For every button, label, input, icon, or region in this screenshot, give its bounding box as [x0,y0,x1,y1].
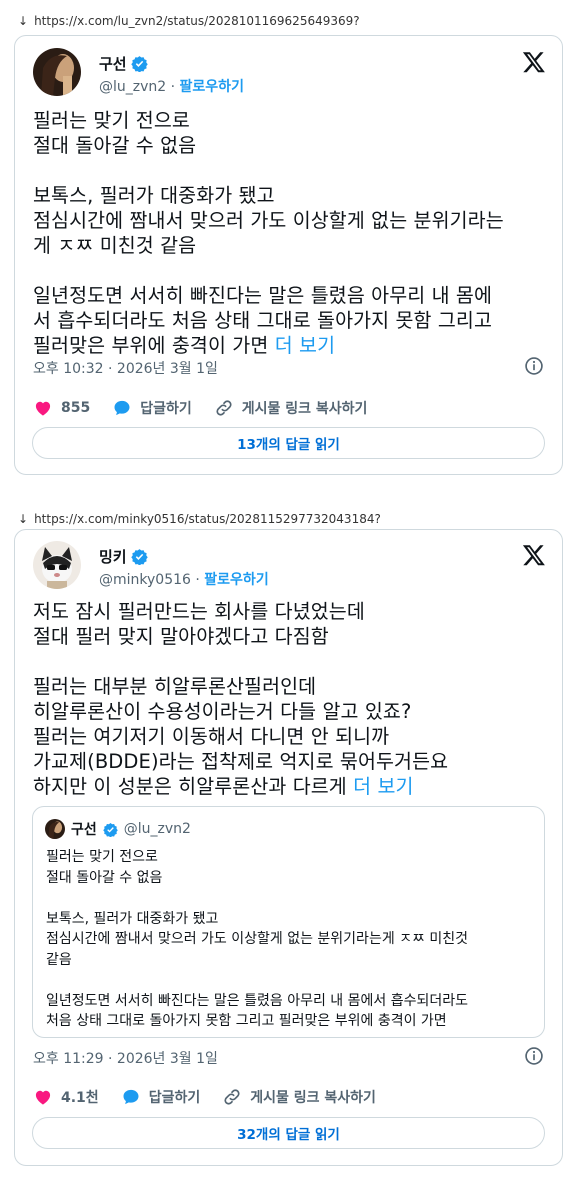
tweet-card: 구선 @lu_zvn2 · 팔로우하기 필러는 맞기 전으로 절대 돌아갈 수 … [14,35,563,475]
tweet-actions: 855 답글하기 게시물 링크 복사하기 [33,396,546,420]
copy-link-label: 게시물 링크 복사하기 [250,1090,376,1106]
quoted-author-name: 구선 [71,822,97,838]
tweet-text: 필러는 맞기 전으로 절대 돌아갈 수 없음 보톡스, 필러가 대중화가 됐고 … [33,108,546,358]
tweet-actions: 4.1천 답글하기 게시물 링크 복사하기 [33,1085,546,1109]
link-icon [216,400,232,416]
info-icon[interactable] [524,1046,544,1066]
like-button[interactable]: 4.1천 [33,1087,99,1107]
download-arrow-icon: ↓ [18,512,29,526]
tweet-body: 저도 잠시 필러만드는 회사를 다녔었는데 절대 필러 맞지 말아야겠다고 다짐… [33,600,449,798]
heart-icon [35,401,51,416]
avatar[interactable] [33,48,81,96]
x-logo-icon[interactable] [522,50,546,74]
read-replies-button[interactable]: 13개의 답글 읽기 [32,427,545,459]
quoted-author-handle: @lu_zvn2 [123,821,191,837]
quoted-tweet[interactable]: 구선 @lu_zvn2 필러는 맞기 전으로 절대 돌아갈 수 없음 보톡스, … [32,806,545,1038]
reply-label: 답글하기 [148,1090,201,1106]
follow-button[interactable]: 팔로우하기 [180,79,244,95]
tweet-url[interactable]: https://x.com/lu_zvn2/status/20281011696… [34,14,360,28]
quoted-avatar [45,819,65,839]
tweet-card: 밍키 @minky0516 · 팔로우하기 저도 잠시 필러만드는 회사를 다녔… [14,529,563,1166]
tweet-url-line: ↓ https://x.com/minky0516/status/20281152… [18,512,381,526]
tweet-url[interactable]: https://x.com/minky0516/status/202811529… [34,512,381,526]
reply-bubble-icon [123,1089,139,1105]
tweet-timestamp[interactable]: 오후 11:29 · 2026년 3월 1일 [33,1048,218,1068]
reply-bubble-icon [114,400,130,416]
tweet-timestamp[interactable]: 오후 10:32 · 2026년 3월 1일 [33,358,218,378]
show-more-link[interactable]: 더 보기 [275,334,335,357]
quoted-tweet-text: 필러는 맞기 전으로 절대 돌아갈 수 없음 보톡스, 필러가 대중화가 됐고 … [46,849,468,1029]
tweet-body: 필러는 맞기 전으로 절대 돌아갈 수 없음 보톡스, 필러가 대중화가 됐고 … [33,109,504,357]
reply-button[interactable]: 답글하기 [121,1087,201,1107]
tweet-text: 저도 잠시 필러만드는 회사를 다녔었는데 절대 필러 맞지 말아야겠다고 다짐… [33,599,546,799]
author-name[interactable]: 밍키 [99,546,127,567]
x-logo-icon[interactable] [522,543,546,567]
tweet-url-line: ↓ https://x.com/lu_zvn2/status/2028101169… [18,14,360,28]
verified-badge-icon [130,549,148,565]
verified-badge-icon [103,822,118,837]
like-count: 855 [61,400,91,416]
like-button[interactable]: 855 [33,398,90,418]
author-name[interactable]: 구선 [99,53,127,74]
like-count: 4.1천 [61,1090,99,1106]
author-handle-row: @lu_zvn2 · 팔로우하기 [99,79,244,95]
avatar[interactable] [33,541,81,589]
author-handle[interactable]: @lu_zvn2 [99,79,166,95]
reply-button[interactable]: 답글하기 [112,398,192,418]
verified-badge-icon [130,56,148,72]
heart-icon [35,1090,51,1105]
copy-link-label: 게시물 링크 복사하기 [241,401,368,417]
follow-button[interactable]: 팔로우하기 [204,572,268,588]
copy-link-button[interactable]: 게시물 링크 복사하기 [222,1087,376,1107]
author-name-row: 구선 [99,53,148,74]
info-icon[interactable] [524,356,544,376]
author-name-row: 밍키 [99,546,148,567]
download-arrow-icon: ↓ [18,14,29,28]
link-icon [224,1089,240,1105]
author-handle[interactable]: @minky0516 [99,572,191,588]
reply-label: 답글하기 [140,401,192,417]
read-replies-button[interactable]: 32개의 답글 읽기 [32,1117,545,1149]
quoted-author-row: 구선 @lu_zvn2 [45,819,191,839]
show-more-link[interactable]: 더 보기 [353,775,413,798]
copy-link-button[interactable]: 게시물 링크 복사하기 [214,398,368,418]
author-handle-row: @minky0516 · 팔로우하기 [99,572,269,588]
